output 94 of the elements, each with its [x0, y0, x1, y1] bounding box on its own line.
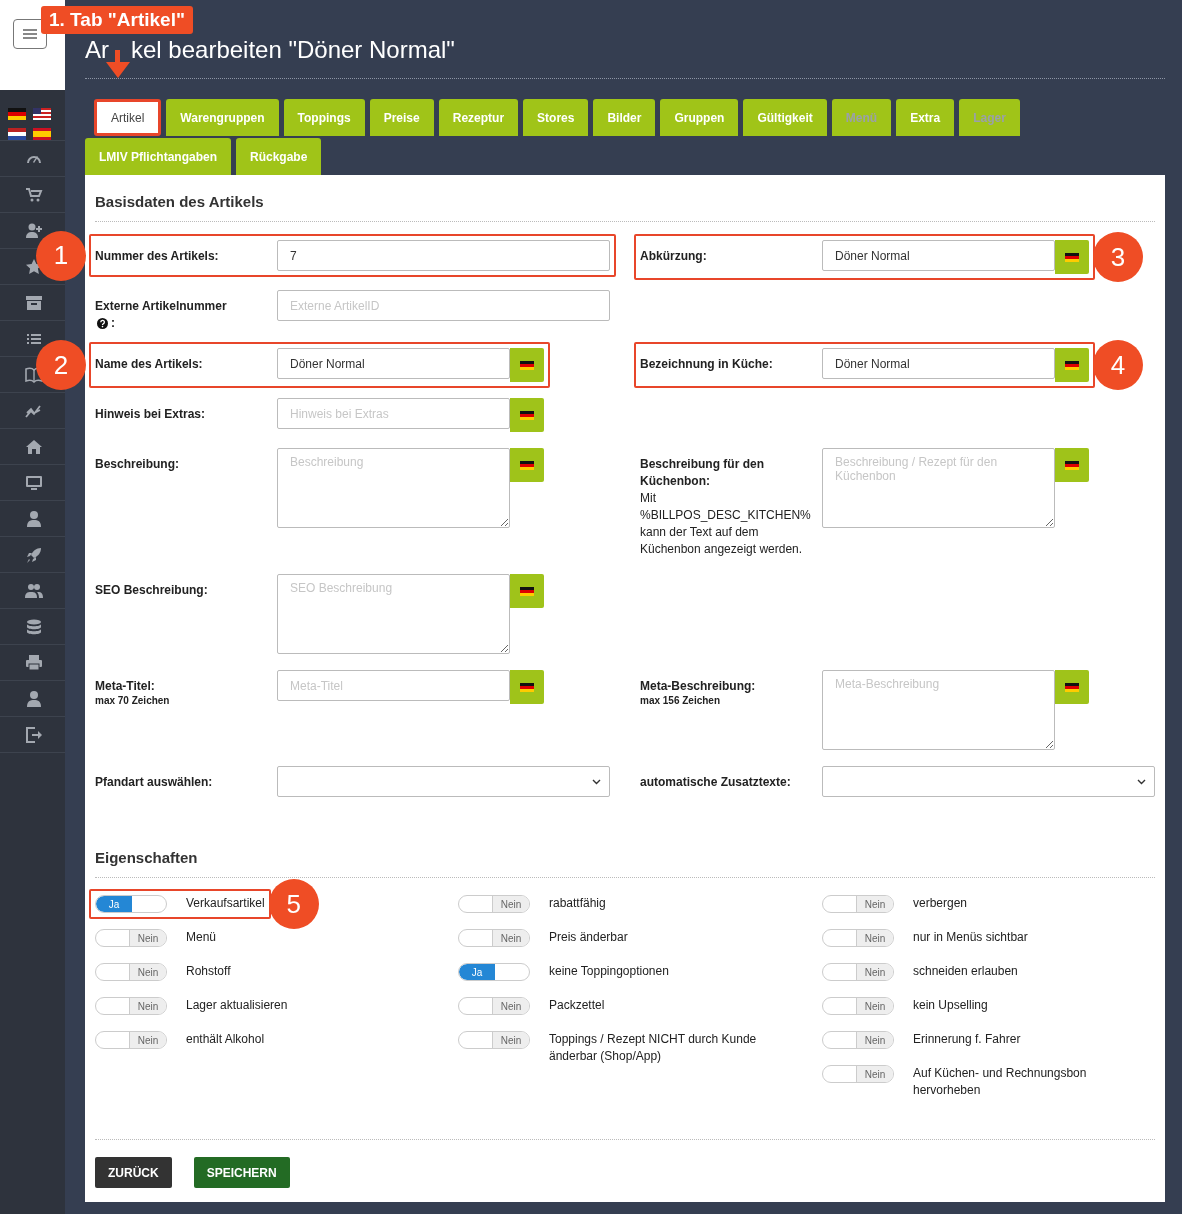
field-label: Beschreibung:	[95, 456, 180, 473]
printer-icon[interactable]	[24, 653, 43, 672]
section-heading: Eigenschaften	[95, 831, 1155, 878]
users-icon[interactable]	[24, 581, 43, 600]
germany-flag-icon[interactable]	[8, 108, 26, 120]
user-icon[interactable]	[24, 689, 43, 708]
field-label: automatische Zusatztexte:	[640, 774, 792, 791]
help-icon[interactable]	[97, 318, 108, 329]
language-button[interactable]	[1055, 240, 1089, 274]
field-label: Pfandart auswählen:	[95, 774, 214, 791]
home-icon[interactable]	[24, 437, 43, 456]
field-label: Meta-Beschreibung:	[640, 678, 757, 695]
language-button[interactable]	[510, 574, 544, 608]
spain-flag-icon[interactable]	[33, 128, 51, 140]
save-button[interactable]: SPEICHERN	[193, 1157, 290, 1188]
language-button[interactable]	[1055, 348, 1089, 382]
field-hint: max 70 Zeichen	[95, 695, 171, 707]
user-icon[interactable]	[24, 509, 43, 528]
step-marker: 4	[1093, 340, 1143, 390]
field-label: Nummer des Artikels:	[95, 248, 220, 265]
option-label: enthält Alkohol	[186, 1031, 265, 1048]
usa-flag-icon[interactable]	[33, 108, 51, 120]
language-button[interactable]	[1055, 670, 1089, 704]
language-button[interactable]	[510, 348, 544, 382]
field-hint: max 156 Zeichen	[640, 695, 722, 707]
text-field[interactable]: Döner Normal	[277, 348, 510, 379]
logout-icon[interactable]	[24, 725, 43, 744]
option-label: Toppings / Rezept NICHT durch Kunde änderbar (Shop/App)	[549, 1031, 758, 1065]
tab[interactable]: Artikel	[94, 99, 162, 136]
text-field[interactable]: 7	[277, 240, 610, 271]
option-label: verbergen	[913, 895, 968, 912]
rocket-icon[interactable]	[24, 545, 43, 564]
field-label: SEO Beschreibung:	[95, 582, 209, 599]
page-title: kel bearbeiten "Döner Normal"	[131, 36, 455, 65]
option-label: Lager aktualisieren	[186, 997, 288, 1014]
page-title: Ar	[85, 36, 109, 65]
flag-icon	[520, 460, 534, 470]
archive-icon[interactable]	[24, 293, 43, 312]
section-heading: Basisdaten des Artikels	[95, 175, 1155, 222]
monitor-icon[interactable]	[24, 473, 43, 492]
language-button[interactable]	[510, 448, 544, 482]
callout-label: 1. Tab "Artikel"	[41, 6, 193, 34]
step-marker: 2	[36, 340, 86, 390]
option-label: Auf Küchen- und Rechnungsbon hervorheben	[913, 1065, 1088, 1099]
field-note: Mit %BILLPOS_DESC_KITCHEN% kann der Text auf dem Küchenbon angezeigt werden.	[640, 490, 812, 558]
option-label: Verkaufsartikel	[186, 895, 265, 912]
database-icon[interactable]	[24, 617, 43, 636]
option-label: kein Upselling	[913, 997, 988, 1014]
flag-icon	[1065, 360, 1079, 370]
label-colon: :	[111, 315, 115, 332]
option-label: Packzettel	[549, 997, 605, 1014]
step-marker: 3	[1093, 232, 1143, 282]
option-label: Erinnerung f. Fahrer	[913, 1031, 1021, 1048]
text-field[interactable]: Hinweis bei Extras	[277, 398, 510, 429]
field-label: Meta-Titel:	[95, 678, 156, 695]
language-button[interactable]	[1055, 448, 1089, 482]
text-field[interactable]: Döner Normal	[822, 240, 1055, 271]
field-label: Beschreibung für den Küchenbon:	[640, 456, 765, 490]
option-label: rabattfähig	[549, 895, 606, 912]
option-label: schneiden erlauben	[913, 963, 1018, 980]
field-label: Bezeichnung in Küche:	[640, 356, 774, 373]
option-label: Preis änderbar	[549, 929, 628, 946]
text-area[interactable]: SEO Beschreibung	[277, 574, 510, 654]
chevron-down-icon	[1137, 778, 1146, 785]
field-label: Externe Artikelnummer	[95, 298, 228, 315]
text-area[interactable]: Beschreibung / Rezept für den Küchenbon	[822, 448, 1055, 528]
text-area[interactable]: Beschreibung	[277, 448, 510, 528]
field-label: Hinweis bei Extras:	[95, 406, 207, 423]
flag-icon	[520, 410, 534, 420]
text-field[interactable]: Meta-Titel	[277, 670, 510, 701]
step-marker: 5	[268, 879, 319, 929]
flag-icon	[520, 682, 534, 692]
option-label: keine Toppingoptionen	[549, 963, 669, 980]
field-label: Name des Artikels:	[95, 356, 204, 373]
language-button[interactable]	[510, 670, 544, 704]
netherlands-flag-icon[interactable]	[8, 128, 26, 140]
back-button[interactable]: ZURÜCK	[95, 1157, 172, 1188]
chevron-down-icon	[592, 778, 601, 785]
text-field[interactable]: Döner Normal	[822, 348, 1055, 379]
option-label: nur in Menüs sichtbar	[913, 929, 1028, 946]
cart-icon[interactable]	[24, 185, 43, 204]
flag-icon	[520, 586, 534, 596]
text-area[interactable]: Meta-Beschreibung	[822, 670, 1055, 750]
flag-icon	[1065, 682, 1079, 692]
text-field[interactable]: Externe ArtikelID	[277, 290, 610, 321]
field-label: Abkürzung:	[640, 248, 708, 265]
flag-icon	[1065, 460, 1079, 470]
language-button[interactable]	[510, 398, 544, 432]
menu-icon	[23, 29, 37, 39]
flag-icon	[520, 360, 534, 370]
flag-icon	[1065, 252, 1079, 262]
option-label: Menü	[186, 929, 217, 946]
user-add-icon[interactable]	[24, 221, 43, 240]
option-label: Rohstoff	[186, 963, 231, 980]
